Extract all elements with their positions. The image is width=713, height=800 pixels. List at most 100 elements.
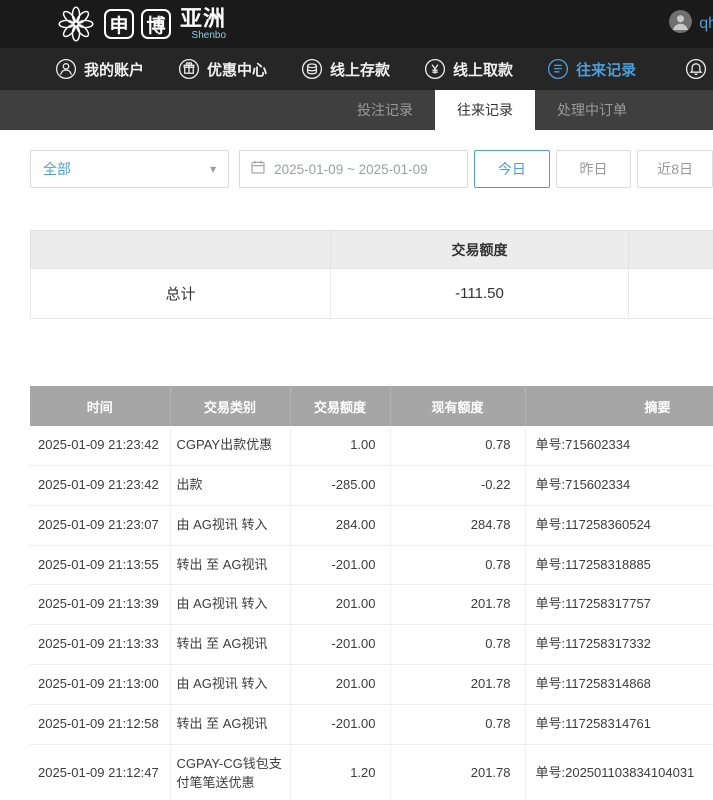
- cell-type: 由 AG视讯 转入: [170, 505, 290, 545]
- records-table: 时间 交易类别 交易额度 现有额度 摘要 2025-01-09 21:23:42…: [30, 386, 713, 800]
- nav-label: 优惠中心: [207, 59, 267, 80]
- cell-type: 出款: [170, 465, 290, 505]
- nav-item-transaction-records[interactable]: 往来记录: [547, 58, 636, 80]
- account-icon: [55, 58, 77, 80]
- table-row: 2025-01-09 21:13:00由 AG视讯 转入201.00201.78…: [30, 665, 713, 705]
- tab-betting-records[interactable]: 投注记录: [335, 90, 435, 130]
- cell-summary: 单号:117258318885: [525, 545, 713, 585]
- nav-label: 线上取款: [453, 59, 513, 80]
- logo-char-bo: 博: [141, 9, 171, 39]
- logo-subtitle: Shenbo: [192, 31, 226, 41]
- logo-region-text: 亚洲: [180, 8, 226, 30]
- records-table-body: 2025-01-09 21:23:42CGPAY出款优惠1.00 0.78 单号:7…: [30, 426, 713, 800]
- cell-time: 2025-01-09 21:13:00: [30, 665, 170, 705]
- cell-summary: 单号:202501103834104031: [525, 744, 713, 800]
- cell-balance: 0.78: [390, 625, 525, 665]
- quick-filter-yesterday[interactable]: 昨日: [556, 150, 632, 188]
- cell-time: 2025-01-09 21:23:42: [30, 426, 170, 465]
- calendar-icon: [250, 159, 266, 180]
- records-header-row: 时间 交易类别 交易额度 现有额度 摘要: [30, 386, 713, 426]
- type-select-value: 全部: [43, 159, 71, 179]
- cell-time: 2025-01-09 21:13:39: [30, 585, 170, 625]
- summary-header-empty: [629, 231, 713, 269]
- date-range-value: 2025-01-09 ~ 2025-01-09: [274, 162, 428, 177]
- cell-balance: 201.78: [390, 585, 525, 625]
- withdraw-icon: [424, 58, 446, 80]
- avatar-icon: [668, 9, 693, 39]
- cell-amount: -201.00: [290, 625, 390, 665]
- cell-balance: 0.78: [390, 704, 525, 744]
- cell-amount: -285.00: [290, 465, 390, 505]
- cell-amount: -201.00: [290, 545, 390, 585]
- cell-summary: 单号:117258360524: [525, 505, 713, 545]
- type-select[interactable]: 全部 ▾: [30, 150, 229, 188]
- cell-balance: -0.22: [390, 465, 525, 505]
- cell-time: 2025-01-09 21:12:47: [30, 744, 170, 800]
- nav-item-promotions[interactable]: 优惠中心: [178, 58, 267, 80]
- nav-label: 我的账户: [84, 59, 144, 80]
- summary-total-value: -111.50: [331, 269, 629, 319]
- cell-time: 2025-01-09 21:13:55: [30, 545, 170, 585]
- cell-balance: 284.78: [390, 505, 525, 545]
- cell-type: 转出 至 AG视讯: [170, 625, 290, 665]
- summary-total-row: 总计 -111.50: [31, 269, 713, 319]
- bell-icon: [685, 67, 707, 84]
- cell-summary: 单号:117258317332: [525, 625, 713, 665]
- nav-label: 往来记录: [576, 59, 636, 80]
- tab-processing-orders[interactable]: 处理中订单: [535, 90, 649, 130]
- cell-type: 由 AG视讯 转入: [170, 585, 290, 625]
- summary-total-label: 总计: [31, 269, 331, 319]
- cell-summary: 单号:117258317757: [525, 585, 713, 625]
- col-header-balance: 现有额度: [390, 386, 525, 426]
- cell-type: CGPAY出款优惠: [170, 426, 290, 465]
- table-row: 2025-01-09 21:23:42出款-285.00-0.22单号:7156…: [30, 465, 713, 505]
- cell-balance: 0.78: [390, 545, 525, 585]
- col-header-type: 交易类别: [170, 386, 290, 426]
- cell-type: 转出 至 AG视讯: [170, 545, 290, 585]
- cell-summary: 单号:117258314761: [525, 704, 713, 744]
- cell-balance: 201.78: [390, 744, 525, 800]
- logo-char-shen: 申: [104, 9, 134, 39]
- quick-filter-last-8-days[interactable]: 近8日: [637, 150, 713, 188]
- col-header-amount: 交易额度: [290, 386, 390, 426]
- summary-header-empty: [31, 231, 331, 269]
- cell-time: 2025-01-09 21:13:33: [30, 625, 170, 665]
- username-text: qh: [699, 15, 713, 33]
- cell-summary: 单号:715602334: [525, 426, 713, 465]
- table-row: 2025-01-09 21:13:39由 AG视讯 转入201.00201.78…: [30, 585, 713, 625]
- quick-filter-today[interactable]: 今日: [474, 150, 550, 188]
- table-row: 2025-01-09 21:23:42CGPAY出款优惠1.000.78单号:7…: [30, 426, 713, 465]
- nav-item-withdrawal[interactable]: 线上取款: [424, 58, 513, 80]
- notifications-button[interactable]: [685, 58, 707, 85]
- flower-logo-icon: [55, 3, 97, 45]
- cell-type: 转出 至 AG视讯: [170, 704, 290, 744]
- summary-table: 交易额度 总计 -111.50: [30, 230, 713, 319]
- nav-item-deposit[interactable]: 线上存款: [301, 58, 390, 80]
- cell-amount: -201.00: [290, 704, 390, 744]
- user-account[interactable]: qh: [668, 9, 713, 39]
- filter-bar: 全部 ▾ 2025-01-09 ~ 2025-01-09 今日 昨日 近8日: [30, 150, 713, 188]
- col-header-summary: 摘要: [525, 386, 713, 426]
- cell-type: 由 AG视讯 转入: [170, 665, 290, 705]
- date-range-input[interactable]: 2025-01-09 ~ 2025-01-09: [239, 150, 468, 188]
- records-icon: [547, 58, 569, 80]
- cell-balance: 201.78: [390, 665, 525, 705]
- cell-amount: 1.00: [290, 426, 390, 465]
- cell-amount: 284.00: [290, 505, 390, 545]
- logo[interactable]: 申 博 亚洲 Shenbo: [55, 3, 226, 45]
- cell-amount: 201.00: [290, 585, 390, 625]
- table-row: 2025-01-09 21:13:33转出 至 AG视讯-201.000.78单…: [30, 625, 713, 665]
- table-row: 2025-01-09 21:13:55转出 至 AG视讯-201.000.78单…: [30, 545, 713, 585]
- cell-time: 2025-01-09 21:12:58: [30, 704, 170, 744]
- cell-time: 2025-01-09 21:23:07: [30, 505, 170, 545]
- top-header: 申 博 亚洲 Shenbo qh: [0, 0, 713, 48]
- table-row: 2025-01-09 21:12:58转出 至 AG视讯-201.000.78单…: [30, 704, 713, 744]
- cell-amount: 201.00: [290, 665, 390, 705]
- cell-time: 2025-01-09 21:23:42: [30, 465, 170, 505]
- nav-label: 线上存款: [330, 59, 390, 80]
- cell-amount: 1.20: [290, 744, 390, 800]
- tab-transaction-records[interactable]: 往来记录: [435, 90, 535, 130]
- deposit-icon: [301, 58, 323, 80]
- cell-type: CGPAY-CG钱包支付笔笔送优惠: [170, 744, 290, 800]
- nav-item-my-account[interactable]: 我的账户: [55, 58, 144, 80]
